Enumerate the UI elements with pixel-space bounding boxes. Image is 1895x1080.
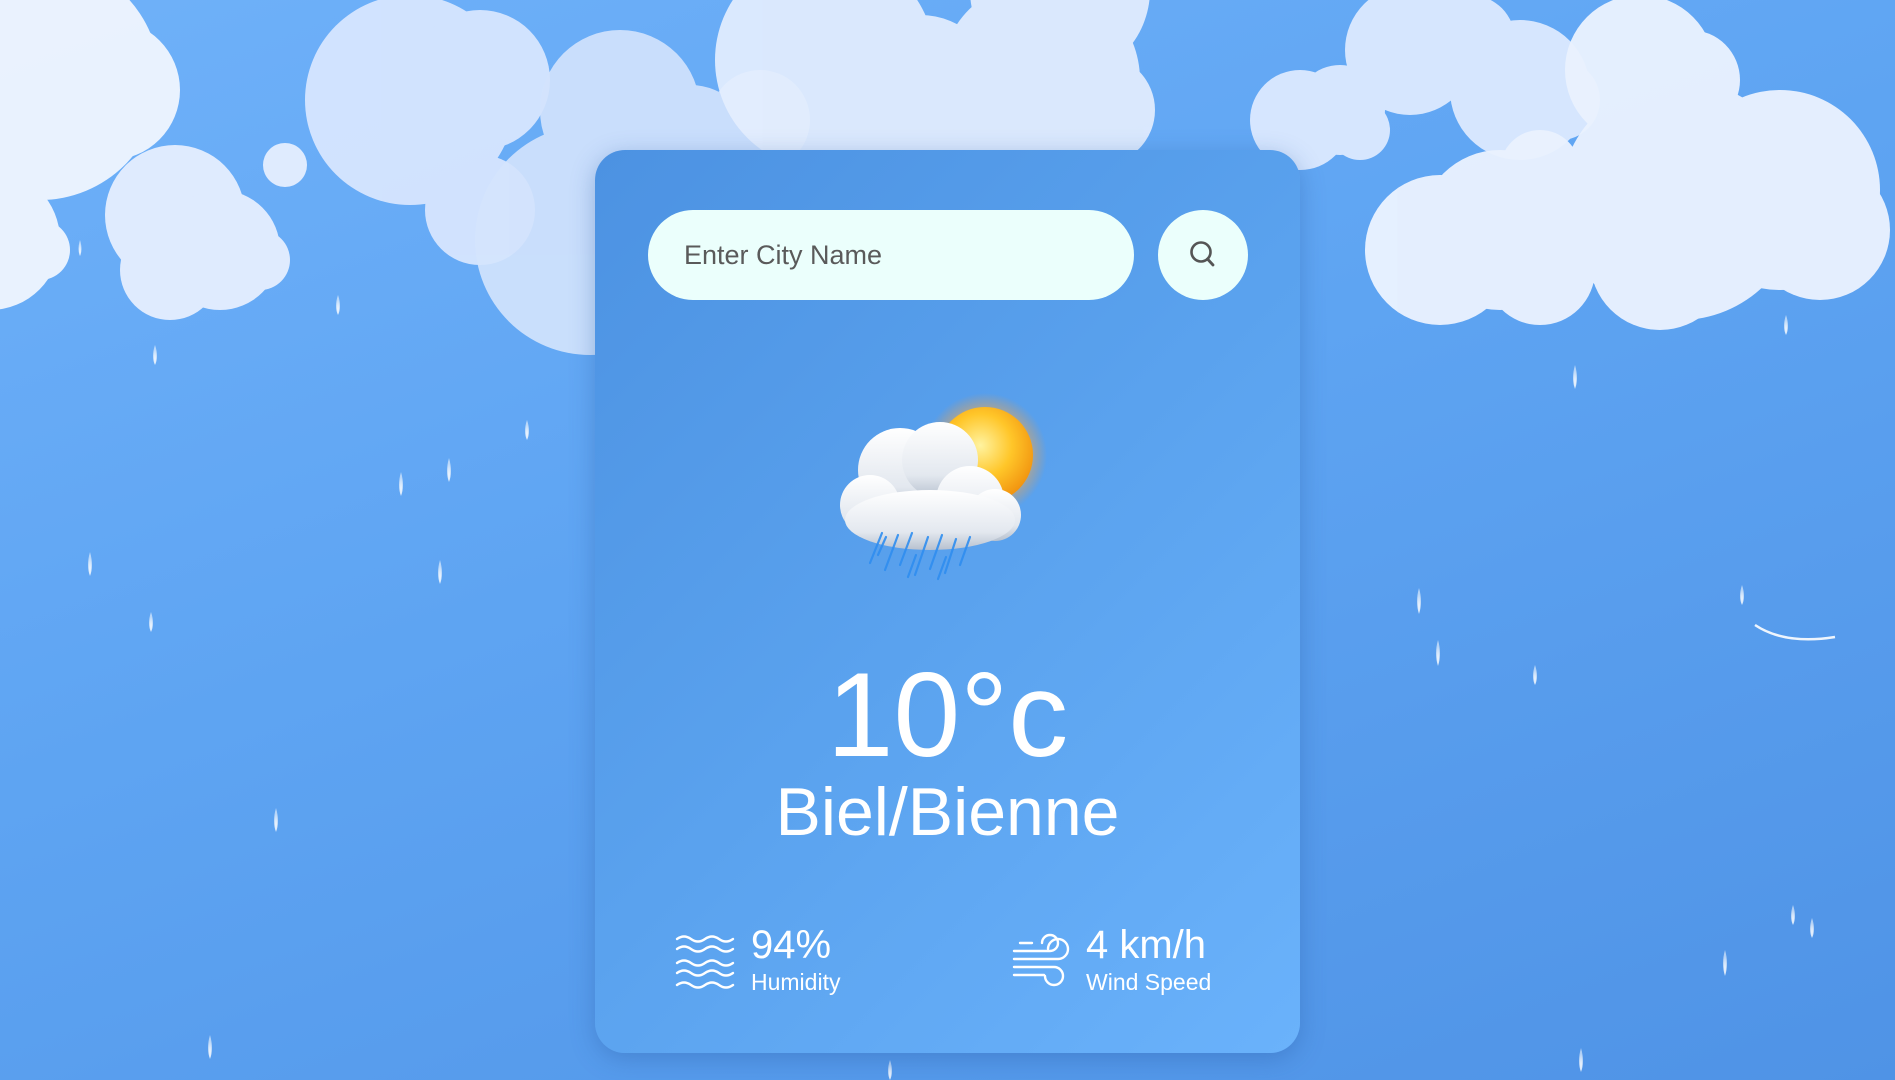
humidity-detail: 94% Humidity (675, 920, 840, 1000)
search-bar (648, 210, 1248, 300)
humidity-waves-icon (675, 935, 735, 989)
search-icon (1190, 241, 1215, 267)
wind-detail: 4 km/h Wind Speed (1010, 920, 1211, 1000)
wind-speed-value: 4 km/h (1086, 923, 1207, 967)
sun-behind-rain-cloud-icon (840, 393, 1047, 581)
temperature-value: 10°c (826, 648, 1069, 782)
search-button[interactable] (1158, 210, 1248, 300)
city-search-input[interactable] (648, 210, 1134, 300)
wind-speed-label: Wind Speed (1086, 969, 1212, 995)
weather-card: 10°c Biel/Bienne 94% Humidity (595, 150, 1300, 1053)
wind-icon (1012, 933, 1070, 987)
city-name: Biel/Bienne (775, 774, 1120, 850)
humidity-value: 94% (751, 923, 832, 967)
humidity-label: Humidity (751, 969, 841, 995)
